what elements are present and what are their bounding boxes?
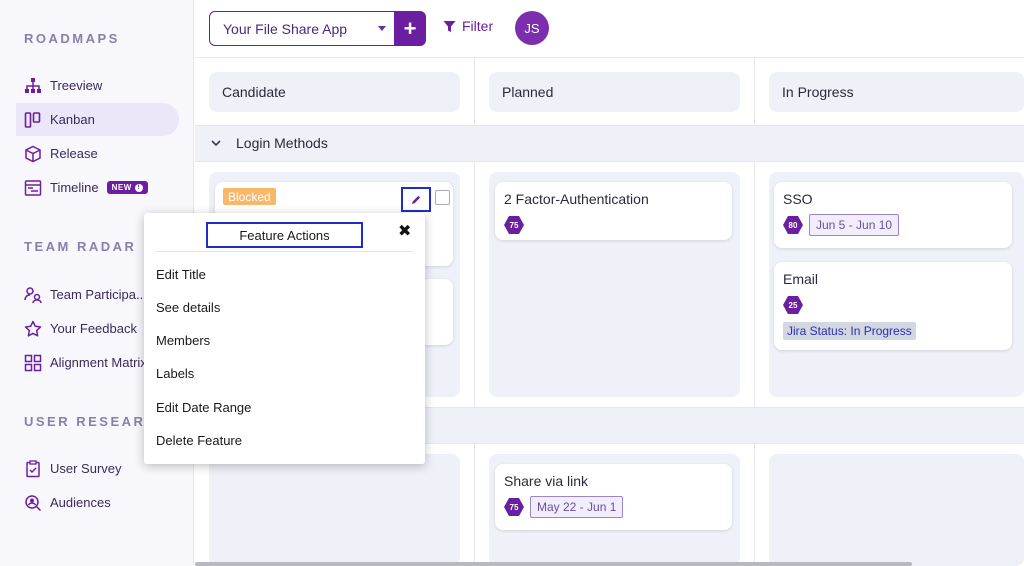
filter-button[interactable]: Filter: [443, 18, 493, 34]
card-title: SSO: [783, 191, 813, 207]
column-header-in-progress: In Progress: [769, 72, 1024, 112]
sidebar-item-label: Release: [50, 146, 98, 161]
pencil-icon: [411, 195, 420, 205]
card-title: Email: [783, 271, 819, 287]
star-icon: [24, 320, 42, 338]
lane-in-progress: [769, 454, 1024, 566]
hierarchy-icon: [24, 77, 42, 95]
close-icon[interactable]: ✖: [398, 221, 411, 241]
sidebar-item-timeline[interactable]: Timeline NEW!: [16, 171, 179, 204]
top-toolbar: Your File Share App + Filter JS: [195, 0, 1024, 58]
group-label: Login Methods: [210, 135, 328, 151]
feature-card[interactable]: 2 Factor-Authentication 75: [495, 182, 732, 240]
card-title: 2 Factor-Authentication: [504, 191, 649, 207]
info-icon: !: [134, 183, 143, 192]
horizontal-scrollbar[interactable]: [195, 562, 912, 566]
chevron-down-icon: [378, 26, 386, 31]
sidebar-item-label: Team Participa...: [50, 287, 147, 302]
menu-item-see-details[interactable]: See details: [156, 300, 220, 315]
menu-title: Feature Actions: [206, 222, 363, 248]
sidebar-item-label: Audiences: [50, 495, 111, 510]
section-title-roadmaps: ROADMAPS: [24, 31, 120, 46]
sidebar-item-label: Treeview: [50, 78, 103, 93]
avatar[interactable]: JS: [515, 11, 549, 45]
status-badge: Blocked: [223, 188, 276, 205]
filter-label: Filter: [462, 18, 494, 34]
column-header-planned: Planned: [489, 72, 740, 112]
clipboard-icon: [24, 459, 42, 478]
kanban-icon: [24, 111, 42, 129]
feature-actions-menu: Feature Actions ✖ Edit Title See details…: [144, 213, 425, 464]
app-select-value: Your File Share App: [223, 20, 348, 37]
app-select[interactable]: Your File Share App: [209, 11, 395, 46]
menu-item-delete-feature[interactable]: Delete Feature: [156, 433, 242, 448]
score-badge: 75: [504, 498, 524, 516]
score-badge: 75: [504, 216, 524, 234]
score-badge: 25: [783, 296, 803, 314]
sidebar-item-audiences[interactable]: Audiences: [16, 486, 179, 519]
column-header-candidate: Candidate: [209, 72, 460, 112]
menu-item-edit-title[interactable]: Edit Title: [156, 267, 206, 282]
new-badge: NEW!: [106, 181, 148, 194]
sidebar-item-kanban[interactable]: Kanban: [16, 103, 179, 136]
sidebar-item-release[interactable]: Release: [16, 137, 179, 170]
timeline-icon: [24, 179, 42, 197]
sidebar-item-treeview[interactable]: Treeview: [16, 69, 179, 102]
chevron-down-icon: [211, 140, 221, 147]
sidebar-item-label: User Survey: [50, 461, 122, 476]
lane-candidate: [209, 454, 460, 566]
date-range-chip[interactable]: May 22 - Jun 1: [530, 496, 624, 518]
edit-button[interactable]: [401, 187, 431, 212]
menu-item-edit-date-range[interactable]: Edit Date Range: [156, 400, 251, 415]
section-title-team-radar: TEAM RADAR: [24, 239, 137, 254]
cube-icon: [24, 145, 42, 163]
feature-card[interactable]: Share via link 75 May 22 - Jun 1: [495, 464, 732, 530]
grid-icon: [24, 354, 42, 372]
people-icon: [24, 286, 42, 304]
add-app-button[interactable]: +: [394, 11, 426, 46]
jira-status-chip: Jira Status: In Progress: [783, 322, 916, 340]
feature-card[interactable]: Email 25 Jira Status: In Progress: [774, 262, 1012, 350]
sidebar-item-label: Timeline: [50, 180, 99, 195]
group-row-login-methods[interactable]: Login Methods: [195, 125, 1024, 162]
feature-card[interactable]: SSO 80 Jun 5 - Jun 10: [774, 182, 1012, 248]
group-title: Login Methods: [236, 135, 328, 151]
date-range-chip[interactable]: Jun 5 - Jun 10: [809, 214, 900, 236]
filter-icon: [443, 20, 456, 32]
score-badge: 80: [783, 216, 803, 234]
sidebar-item-label: Your Feedback: [50, 321, 137, 336]
search-user-icon: [24, 494, 42, 512]
divider: [156, 251, 413, 252]
sidebar-item-label: Kanban: [50, 112, 95, 127]
select-checkbox[interactable]: [435, 190, 450, 205]
menu-item-labels[interactable]: Labels: [156, 366, 194, 381]
sidebar-item-label: Alignment Matrix: [50, 355, 147, 370]
menu-item-members[interactable]: Members: [156, 333, 210, 348]
card-title: Share via link: [504, 473, 589, 489]
